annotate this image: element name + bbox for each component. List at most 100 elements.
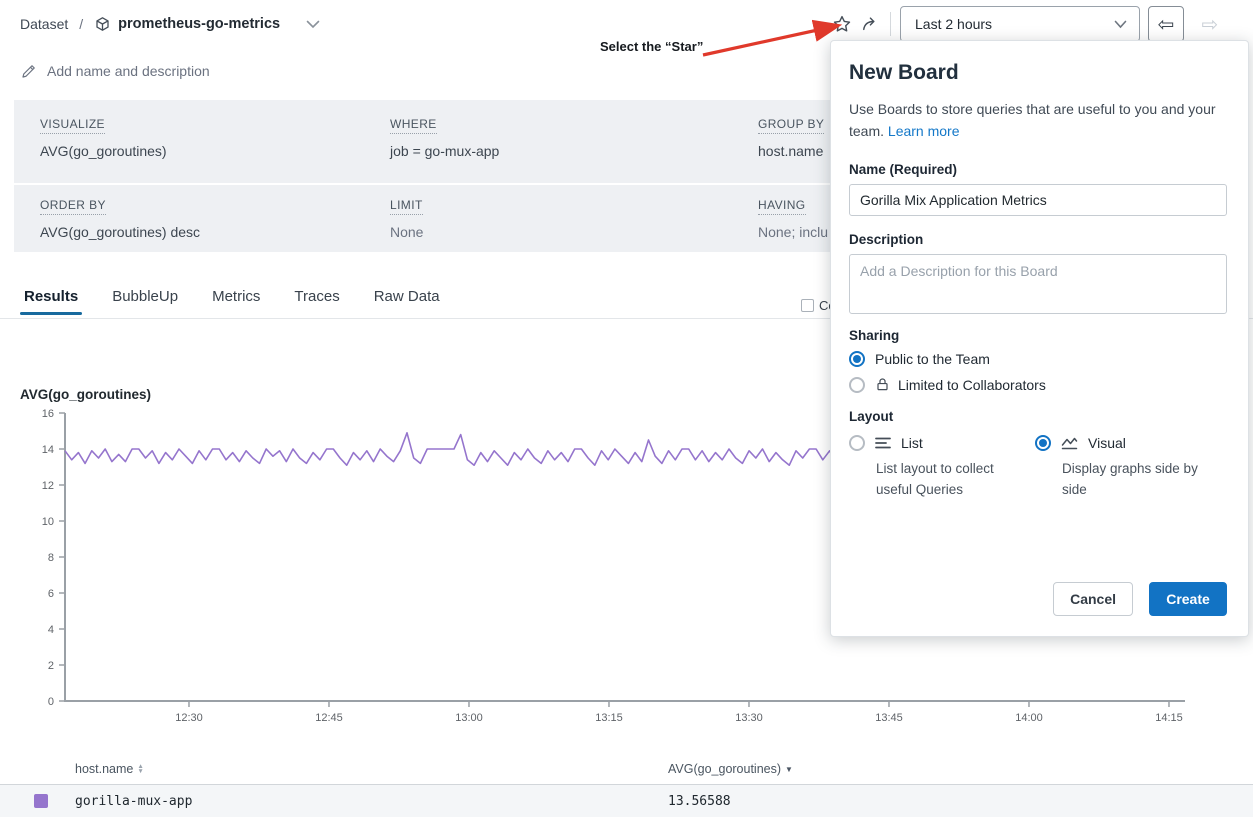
visualize-label: VISUALIZE <box>40 117 105 134</box>
tab-results[interactable]: Results <box>24 288 78 315</box>
tab-raw-data[interactable]: Raw Data <box>374 288 440 315</box>
svg-text:13:45: 13:45 <box>875 712 903 724</box>
column-avg-goroutines[interactable]: AVG(go_goroutines) ▼ <box>668 762 793 776</box>
svg-text:14: 14 <box>42 444 54 456</box>
column-host-name-label: host.name <box>75 762 133 776</box>
layout-section-label: Layout <box>849 409 1227 424</box>
summary-table-header: host.name ▲▼ AVG(go_goroutines) ▼ <box>0 760 1253 784</box>
sharing-limited-option[interactable]: Limited to Collaborators <box>849 377 1227 393</box>
svg-text:10: 10 <box>42 516 54 528</box>
top-actions: Last 2 hours ⇦ ⇨ <box>828 6 1228 42</box>
visualize-value: AVG(go_goroutines) <box>40 143 167 159</box>
modal-title: New Board <box>849 61 1227 85</box>
add-name-description-label: Add name and description <box>47 63 210 79</box>
line-chart-icon <box>1060 434 1079 452</box>
learn-more-link[interactable]: Learn more <box>888 123 960 139</box>
dataset-cube-icon <box>94 16 111 33</box>
y-axis-ticks: 0 2 4 6 8 10 12 14 16 <box>42 408 65 708</box>
layout-visual-label: Visual <box>1088 435 1126 451</box>
svg-text:16: 16 <box>42 408 54 420</box>
breadcrumb: Dataset / prometheus-go-metrics <box>20 0 320 48</box>
toolbar-divider <box>890 12 891 36</box>
sharing-section-label: Sharing <box>849 328 1227 343</box>
layout-list-label: List <box>901 435 923 451</box>
time-range-value: Last 2 hours <box>915 16 992 32</box>
layout-visual-option[interactable]: Visual Display graphs side by side <box>1035 434 1221 501</box>
limit-value: None <box>390 224 423 240</box>
table-row[interactable]: gorilla-mux-app 13.56588 <box>0 785 1253 817</box>
tab-metrics[interactable]: Metrics <box>212 288 260 315</box>
having-clause[interactable]: HAVING None; inclu <box>758 185 828 240</box>
series-swatch <box>34 794 48 808</box>
where-clause[interactable]: WHERE job = go-mux-app <box>390 100 499 159</box>
share-button[interactable] <box>856 8 884 40</box>
layout-list-description: List layout to collect useful Queries <box>876 459 1031 501</box>
lock-icon <box>875 377 890 392</box>
having-value: None; inclu <box>758 224 828 240</box>
radio-selected-icon[interactable] <box>1035 435 1051 451</box>
layout-list-option[interactable]: List List layout to collect useful Queri… <box>849 434 1035 501</box>
dataset-chevron-down-icon[interactable] <box>306 20 320 29</box>
layout-options: List List layout to collect useful Queri… <box>849 434 1227 501</box>
undo-query-button[interactable]: ⇦ <box>1148 6 1184 42</box>
share-arrow-icon <box>860 14 880 34</box>
radio-selected-icon[interactable] <box>849 351 865 367</box>
sharing-public-label: Public to the Team <box>875 351 990 367</box>
radio-unselected-icon[interactable] <box>849 377 865 393</box>
column-avg-goroutines-label: AVG(go_goroutines) <box>668 762 781 776</box>
compare-checkbox[interactable] <box>801 299 814 312</box>
where-value: job = go-mux-app <box>390 143 499 159</box>
sharing-limited-label: Limited to Collaborators <box>898 377 1046 393</box>
row-avg-value: 13.56588 <box>668 794 731 809</box>
x-axis-ticks: 12:3012:4513:0013:1513:3013:4514:0014:15 <box>175 701 1183 724</box>
redo-arrow-icon: ⇨ <box>1202 12 1219 36</box>
group-by-value: host.name <box>758 143 824 159</box>
tab-bubbleup[interactable]: BubbleUp <box>112 288 178 315</box>
add-name-description[interactable]: Add name and description <box>20 62 210 80</box>
svg-text:13:30: 13:30 <box>735 712 763 724</box>
order-by-clause[interactable]: ORDER BY AVG(go_goroutines) desc <box>40 185 200 240</box>
redo-query-button[interactable]: ⇨ <box>1192 6 1228 42</box>
create-button[interactable]: Create <box>1149 582 1227 616</box>
time-range-select[interactable]: Last 2 hours <box>900 6 1140 42</box>
svg-text:14:00: 14:00 <box>1015 712 1043 724</box>
where-label: WHERE <box>390 117 437 134</box>
query-page: Dataset / prometheus-go-metrics Last 2 h… <box>0 0 1253 821</box>
chevron-down-icon <box>1114 20 1127 29</box>
pencil-icon <box>20 62 38 80</box>
tab-traces[interactable]: Traces <box>294 288 339 315</box>
cancel-button[interactable]: Cancel <box>1053 582 1133 616</box>
radio-unselected-icon[interactable] <box>849 435 865 451</box>
sort-desc-icon: ▼ <box>785 765 793 774</box>
dataset-name[interactable]: prometheus-go-metrics <box>118 16 280 32</box>
name-field-label: Name (Required) <box>849 162 1227 177</box>
svg-text:13:15: 13:15 <box>595 712 623 724</box>
svg-text:12:45: 12:45 <box>315 712 343 724</box>
order-by-label: ORDER BY <box>40 198 106 215</box>
svg-text:13:00: 13:00 <box>455 712 483 724</box>
visualize-clause[interactable]: VISUALIZE AVG(go_goroutines) <box>40 100 167 159</box>
annotation-arrow <box>693 16 853 64</box>
svg-text:14:15: 14:15 <box>1155 712 1183 724</box>
sort-both-icon: ▲▼ <box>137 764 143 774</box>
sharing-public-option[interactable]: Public to the Team <box>849 351 1227 367</box>
svg-text:12: 12 <box>42 480 54 492</box>
svg-text:0: 0 <box>48 696 54 708</box>
order-by-value: AVG(go_goroutines) desc <box>40 224 200 240</box>
new-board-modal: New Board Use Boards to store queries th… <box>830 40 1249 637</box>
modal-buttons: Cancel Create <box>849 582 1227 616</box>
group-by-clause[interactable]: GROUP BY host.name <box>758 100 824 159</box>
modal-intro: Use Boards to store queries that are use… <box>849 98 1227 143</box>
svg-text:8: 8 <box>48 552 54 564</box>
svg-text:2: 2 <box>48 660 54 672</box>
undo-arrow-icon: ⇦ <box>1158 12 1175 36</box>
column-host-name[interactable]: host.name ▲▼ <box>75 762 144 776</box>
annotation-text: Select the “Star” <box>600 39 703 54</box>
svg-text:4: 4 <box>48 624 54 636</box>
board-description-input[interactable] <box>849 254 1227 314</box>
limit-clause[interactable]: LIMIT None <box>390 185 423 240</box>
layout-visual-description: Display graphs side by side <box>1062 459 1217 501</box>
board-name-input[interactable] <box>849 184 1227 216</box>
svg-text:6: 6 <box>48 588 54 600</box>
having-label: HAVING <box>758 198 806 215</box>
